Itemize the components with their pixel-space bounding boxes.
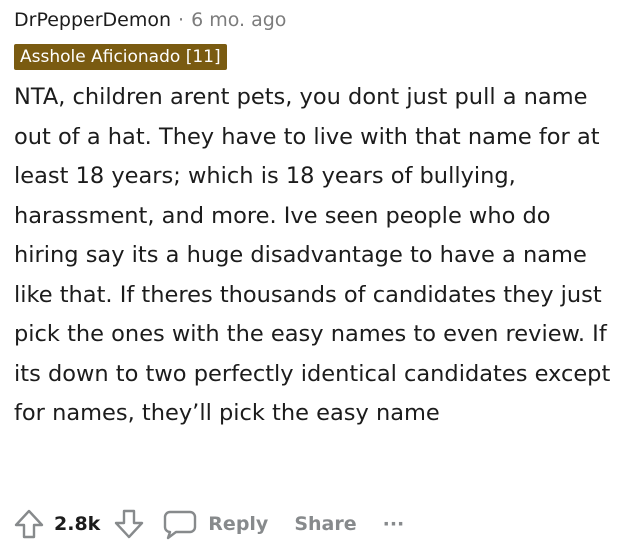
meta-separator: ·	[178, 9, 185, 31]
share-button[interactable]: Share	[294, 513, 356, 535]
comment-actions: 2.8k Reply Share ···	[12, 504, 404, 544]
comment: DrPepperDemon · 6 mo. ago Asshole Aficio…	[0, 0, 637, 546]
comment-age[interactable]: 6 mo. ago	[191, 9, 286, 31]
vote-count: 2.8k	[54, 513, 101, 535]
user-flair: Asshole Aficionado [11]	[14, 44, 227, 70]
reply-label: Reply	[208, 513, 269, 535]
more-options-button[interactable]: ···	[383, 513, 405, 535]
downvote-arrow-icon[interactable]	[112, 507, 146, 541]
comment-meta: DrPepperDemon · 6 mo. ago	[14, 8, 623, 32]
reply-button[interactable]: Reply	[162, 507, 268, 541]
ellipsis-icon: ···	[382, 513, 405, 535]
comment-body: NTA, children arent pets, you dont just …	[14, 84, 611, 426]
username-link[interactable]: DrPepperDemon	[14, 9, 171, 31]
upvote-arrow-icon[interactable]	[12, 507, 46, 541]
speech-bubble-icon	[162, 507, 198, 541]
